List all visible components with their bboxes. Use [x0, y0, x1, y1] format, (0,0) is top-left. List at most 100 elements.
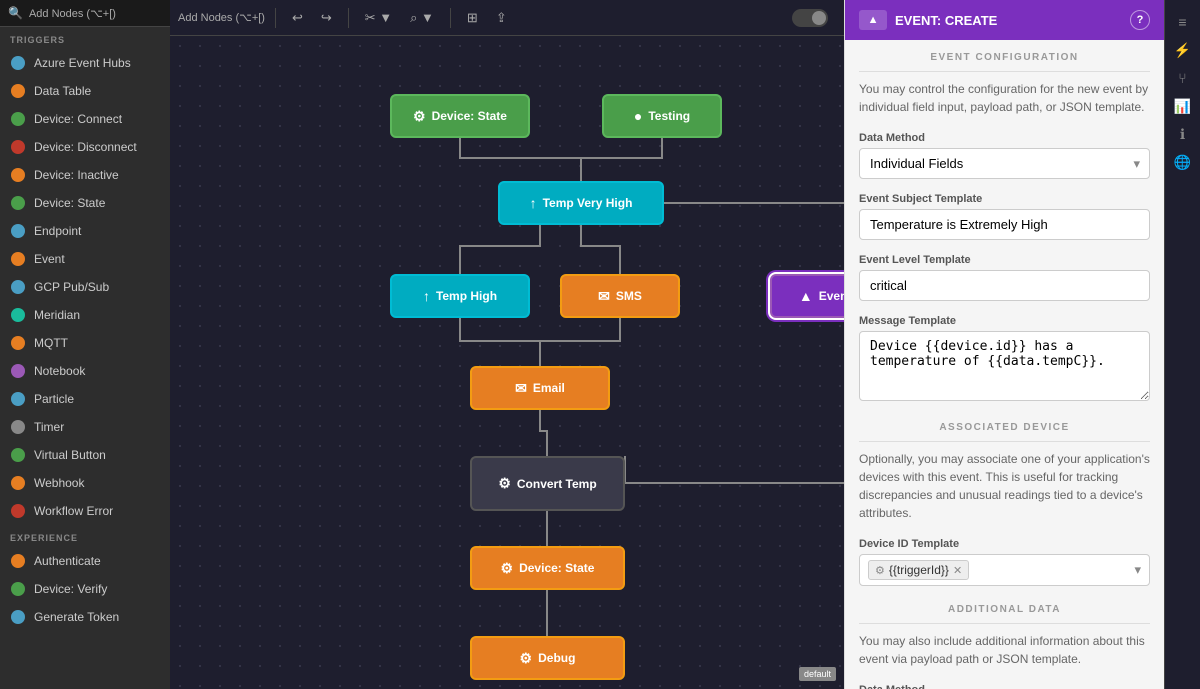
sidebar-label-data-table: Data Table	[34, 84, 91, 98]
event-level-input[interactable]	[859, 270, 1150, 301]
sidebar-icon-generate-token	[10, 609, 26, 625]
sidebar-item-generate-token[interactable]: Generate Token	[0, 603, 170, 631]
sidebar-item-device-inactive[interactable]: Device: Inactive	[0, 161, 170, 189]
data-method-label: Data Method	[845, 124, 1164, 148]
temp-high-node[interactable]: ↑ Temp High	[390, 274, 530, 318]
undo-button[interactable]: ↩	[286, 6, 309, 30]
node-icon-sms-node: ✉	[598, 288, 610, 305]
sidebar-label-gcp-pubsub: GCP Pub/Sub	[34, 280, 109, 294]
device-id-dropdown-arrow[interactable]: ▾	[1134, 562, 1141, 578]
panel-header-icon: ▲	[859, 10, 887, 30]
sidebar-item-device-verify[interactable]: Device: Verify	[0, 575, 170, 603]
node-label-sms-node: SMS	[616, 289, 642, 303]
toolbar-divider-1	[275, 8, 276, 28]
sidebar-item-device-state[interactable]: Device: State	[0, 189, 170, 217]
sidebar-icon-event	[10, 251, 26, 267]
node-label-convert-temp-node: Convert Temp	[517, 477, 597, 491]
email-node[interactable]: ✉ Email	[470, 366, 610, 410]
additional-data-desc: You may also include additional informat…	[845, 624, 1164, 676]
workflow-toggle[interactable]	[792, 9, 828, 27]
convert-temp-node[interactable]: ⚙ Convert Temp	[470, 456, 625, 511]
main-canvas-area: Add Nodes (⌥+[) ↩ ↪ ✂ ▼ ⌕ ▼ ⊞ ⇪	[170, 0, 844, 689]
sidebar-label-device-state: Device: State	[34, 196, 105, 210]
sidebar-label-event: Event	[34, 252, 65, 266]
settings-icon[interactable]: ≡	[1169, 8, 1197, 36]
sidebar-item-workflow-error[interactable]: Workflow Error	[0, 497, 170, 525]
sidebar-icon-timer	[10, 419, 26, 435]
event-config-section-header: EVENT CONFIGURATION	[845, 40, 1164, 71]
globe-icon[interactable]: 🌐	[1169, 148, 1197, 176]
sidebar-icon-workflow-error	[10, 503, 26, 519]
redo-button[interactable]: ↪	[315, 6, 338, 30]
sidebar-item-device-connect[interactable]: Device: Connect	[0, 105, 170, 133]
testing-node[interactable]: ● Testing	[602, 94, 722, 138]
branch-icon[interactable]: ⑂	[1169, 64, 1197, 92]
sidebar-item-meridian[interactable]: Meridian	[0, 301, 170, 329]
device-state-node[interactable]: ⚙ Device: State	[390, 94, 530, 138]
associated-device-section-header: ASSOCIATED DEVICE	[845, 410, 1164, 441]
frame-button[interactable]: ⊞	[461, 6, 484, 30]
sidebar-item-notebook[interactable]: Notebook	[0, 357, 170, 385]
device-id-tag: ⚙ {{triggerId}} ✕	[868, 560, 969, 580]
event-create-node[interactable]: ▲ Event: Create	[770, 274, 844, 318]
sidebar-icon-mqtt	[10, 335, 26, 351]
sidebar-item-timer[interactable]: Timer	[0, 413, 170, 441]
node-icon-email-node: ✉	[515, 380, 527, 397]
canvas[interactable]: ⚙ Device: State ● Testing ↑ Temp Very Hi…	[170, 36, 844, 689]
node-label-event-create-node: Event: Create	[819, 289, 844, 303]
sidebar-icon-particle	[10, 391, 26, 407]
add-nodes-label: Add Nodes (⌥+[)	[178, 11, 265, 24]
export-button[interactable]: ⇪	[490, 6, 513, 30]
message-template-textarea[interactable]	[859, 331, 1150, 401]
sidebar-icon-device-state	[10, 195, 26, 211]
panel-title: EVENT: CREATE	[895, 13, 997, 28]
chart-icon[interactable]: 📊	[1169, 92, 1197, 120]
sidebar-item-azure-event-hubs[interactable]: Azure Event Hubs	[0, 49, 170, 77]
sidebar-icon-data-table	[10, 83, 26, 99]
sidebar-label-meridian: Meridian	[34, 308, 80, 322]
info-icon[interactable]: ℹ	[1169, 120, 1197, 148]
debug-node[interactable]: ⚙ Debug	[470, 636, 625, 680]
temp-very-high-node[interactable]: ↑ Temp Very High	[498, 181, 664, 225]
sidebar-item-gcp-pubsub[interactable]: GCP Pub/Sub	[0, 273, 170, 301]
sms-node[interactable]: ✉ SMS	[560, 274, 680, 318]
toolbar: Add Nodes (⌥+[) ↩ ↪ ✂ ▼ ⌕ ▼ ⊞ ⇪	[170, 0, 844, 36]
data-method-select[interactable]: Individual FieldsPayload PathJSON Templa…	[859, 148, 1150, 179]
toolbar-divider-2	[348, 8, 349, 28]
sidebar-icon-webhook	[10, 475, 26, 491]
sidebar-item-webhook[interactable]: Webhook	[0, 469, 170, 497]
sidebar-item-data-table[interactable]: Data Table	[0, 77, 170, 105]
node-label-testing-node: Testing	[648, 109, 690, 123]
sidebar-label-timer: Timer	[34, 420, 64, 434]
sidebar-item-particle[interactable]: Particle	[0, 385, 170, 413]
sidebar-icon-device-inactive	[10, 167, 26, 183]
device-id-label: Device ID Template	[845, 530, 1164, 554]
experience-items-container: Authenticate Device: Verify Generate Tok…	[0, 547, 170, 631]
device-tag-remove-icon[interactable]: ✕	[953, 564, 962, 577]
zoom-button[interactable]: ⌕ ▼	[404, 6, 440, 30]
sidebar-label-azure-event-hubs: Azure Event Hubs	[34, 56, 131, 70]
search-bar[interactable]: 🔍 Add Nodes (⌥+[)	[0, 0, 170, 27]
sidebar-item-device-disconnect[interactable]: Device: Disconnect	[0, 133, 170, 161]
event-config-desc: You may control the configuration for th…	[845, 72, 1164, 124]
sidebar-item-virtual-button[interactable]: Virtual Button	[0, 441, 170, 469]
default-badge: default	[799, 667, 836, 681]
sidebar-item-event[interactable]: Event	[0, 245, 170, 273]
node-icon-convert-temp-node: ⚙	[498, 475, 511, 492]
device-state-node2[interactable]: ⚙ Device: State	[470, 546, 625, 590]
sidebar-item-authenticate[interactable]: Authenticate	[0, 547, 170, 575]
flash-icon[interactable]: ⚡	[1169, 36, 1197, 64]
node-icon-temp-very-high-node: ↑	[530, 195, 537, 211]
sidebar-icon-meridian	[10, 307, 26, 323]
panel-help-icon[interactable]: ?	[1130, 10, 1150, 30]
sidebar-icon-device-verify	[10, 581, 26, 597]
sidebar-icon-azure-event-hubs	[10, 55, 26, 71]
sidebar-item-endpoint[interactable]: Endpoint	[0, 217, 170, 245]
sidebar-item-mqtt[interactable]: MQTT	[0, 329, 170, 357]
cut-button[interactable]: ✂ ▼	[359, 6, 398, 30]
event-subject-input[interactable]	[859, 209, 1150, 240]
node-label-device-state-node2: Device: State	[519, 561, 594, 575]
node-icon-temp-high-node: ↑	[423, 288, 430, 304]
sidebar-icon-notebook	[10, 363, 26, 379]
sidebar-icon-device-connect	[10, 111, 26, 127]
